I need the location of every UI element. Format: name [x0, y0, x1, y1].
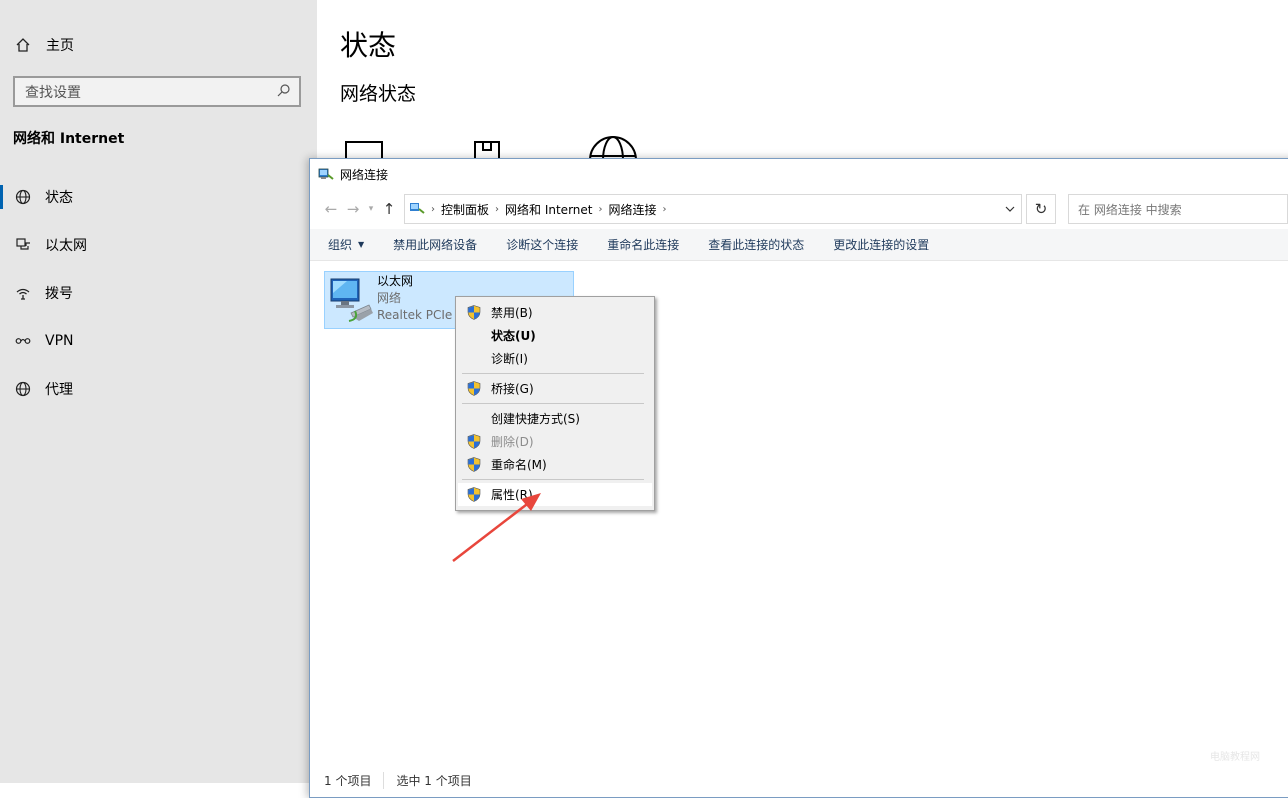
view-status-button[interactable]: 查看此连接的状态: [708, 236, 804, 253]
status-bar: 1 个项目 选中 1 个项目: [324, 772, 472, 789]
settings-search-input[interactable]: 查找设置: [13, 76, 301, 107]
proxy-globe-icon: [13, 381, 33, 397]
watermark: 电脑教程网: [1210, 752, 1260, 763]
organize-label: 组织: [328, 238, 353, 252]
menu-item-bridge[interactable]: 桥接(G): [458, 377, 652, 400]
ethernet-icon: [13, 237, 33, 253]
connection-type: 网络: [377, 291, 402, 305]
sidebar-item-label: 拨号: [45, 286, 73, 302]
menu-item-label: 属性(R): [491, 488, 533, 502]
settings-sidebar: 主页 查找设置 网络和 Internet 状态 以太网 拨号 VPN 代理: [0, 0, 317, 783]
menu-item-label: 诊断(I): [491, 352, 528, 366]
menu-item-diagnose[interactable]: 诊断(I): [458, 347, 652, 370]
shield-icon: [467, 457, 481, 475]
menu-separator: [462, 373, 644, 374]
search-placeholder: 查找设置: [25, 84, 81, 101]
sidebar-item-label: 代理: [45, 382, 73, 398]
menu-item-label: 重命名(M): [491, 458, 547, 472]
shield-icon: [467, 305, 481, 323]
change-settings-button[interactable]: 更改此连接的设置: [833, 236, 929, 253]
chevron-right-icon[interactable]: ›: [495, 204, 499, 215]
search-icon: [277, 83, 291, 101]
breadcrumb-network-internet[interactable]: 网络和 Internet: [505, 201, 592, 218]
menu-separator: [462, 403, 644, 404]
menu-item-label: 桥接(G): [491, 382, 534, 396]
menu-item-label: 删除(D): [491, 435, 534, 449]
nav-home-label: 主页: [46, 38, 74, 54]
rename-button[interactable]: 重命名此连接: [607, 236, 679, 253]
page-title: 状态: [340, 29, 397, 62]
menu-item-rename[interactable]: 重命名(M): [458, 453, 652, 476]
diagnose-button[interactable]: 诊断这个连接: [506, 236, 578, 253]
forward-arrow-icon[interactable]: →: [342, 198, 364, 220]
menu-item-label: 创建快捷方式(S): [491, 412, 580, 426]
shield-icon: [467, 434, 481, 452]
menu-item-label: 状态(U): [491, 329, 536, 343]
menu-item-delete: 删除(D): [458, 430, 652, 453]
breadcrumb-network-connections[interactable]: 网络连接: [608, 201, 656, 218]
breadcrumb-control-panel[interactable]: 控制面板: [441, 201, 489, 218]
back-arrow-icon[interactable]: ←: [320, 198, 342, 220]
organize-button[interactable]: 组织 ▼: [328, 236, 364, 253]
chevron-right-icon[interactable]: ›: [598, 204, 602, 215]
section-title: 网络和 Internet: [13, 131, 125, 147]
caret-down-icon: ▼: [358, 240, 365, 249]
up-arrow-icon[interactable]: ↑: [378, 198, 400, 220]
globe-icon: [13, 189, 33, 205]
ethernet-adapter-icon: [325, 272, 377, 328]
sidebar-item-status[interactable]: 状态: [0, 182, 317, 212]
network-connections-icon: [318, 166, 334, 182]
sidebar-item-vpn[interactable]: VPN: [0, 326, 317, 356]
explorer-search-input[interactable]: 在 网络连接 中搜索: [1068, 194, 1288, 224]
nav-home[interactable]: 主页: [13, 32, 74, 58]
disable-device-button[interactable]: 禁用此网络设备: [393, 236, 477, 253]
sidebar-item-label: VPN: [45, 333, 74, 349]
window-title: 网络连接: [340, 167, 389, 182]
item-count: 1 个项目: [324, 774, 372, 788]
connection-adapter: Realtek PCIe: [377, 308, 453, 322]
page-subtitle: 网络状态: [340, 83, 417, 105]
menu-item-create-shortcut[interactable]: 创建快捷方式(S): [458, 407, 652, 430]
menu-separator: [462, 479, 644, 480]
selected-count: 选中 1 个项目: [383, 772, 472, 789]
menu-item-disable[interactable]: 禁用(B): [458, 301, 652, 324]
address-bar[interactable]: › 控制面板 › 网络和 Internet › 网络连接 ›: [404, 194, 1022, 224]
refresh-button[interactable]: ↻: [1026, 194, 1056, 224]
home-icon: [13, 37, 33, 53]
shield-icon: [467, 381, 481, 399]
menu-item-label: 禁用(B): [491, 306, 533, 320]
refresh-icon: ↻: [1034, 200, 1048, 218]
menu-item-properties[interactable]: 属性(R): [458, 483, 652, 506]
dialup-icon: [13, 285, 33, 301]
sidebar-item-label: 状态: [45, 190, 73, 206]
sidebar-item-dialup[interactable]: 拨号: [0, 278, 317, 308]
chevron-right-icon[interactable]: ›: [663, 204, 667, 215]
command-toolbar: 组织 ▼ 禁用此网络设备 诊断这个连接 重命名此连接 查看此连接的状态 更改此连接…: [310, 229, 1288, 261]
recent-dropdown-icon[interactable]: ▾: [364, 198, 378, 220]
window-titlebar[interactable]: 网络连接: [310, 159, 1288, 189]
connection-name: 以太网: [377, 274, 414, 288]
sidebar-item-proxy[interactable]: 代理: [0, 374, 317, 404]
sidebar-item-ethernet[interactable]: 以太网: [0, 230, 317, 260]
explorer-search-placeholder: 在 网络连接 中搜索: [1078, 202, 1182, 217]
context-menu: 禁用(B) 状态(U) 诊断(I) 桥接(G) 创建快捷方式(S) 删除(D) …: [455, 296, 655, 511]
chevron-down-icon[interactable]: [999, 206, 1021, 212]
vpn-icon: [13, 333, 33, 349]
chevron-right-icon[interactable]: ›: [431, 204, 435, 215]
shield-icon: [467, 487, 481, 505]
sidebar-item-label: 以太网: [45, 238, 87, 254]
menu-item-status[interactable]: 状态(U): [458, 324, 652, 347]
address-row: ← → ▾ ↑ › 控制面板 › 网络和 Internet › 网络连接 › ↻…: [310, 189, 1288, 229]
address-location-icon: [409, 200, 425, 219]
